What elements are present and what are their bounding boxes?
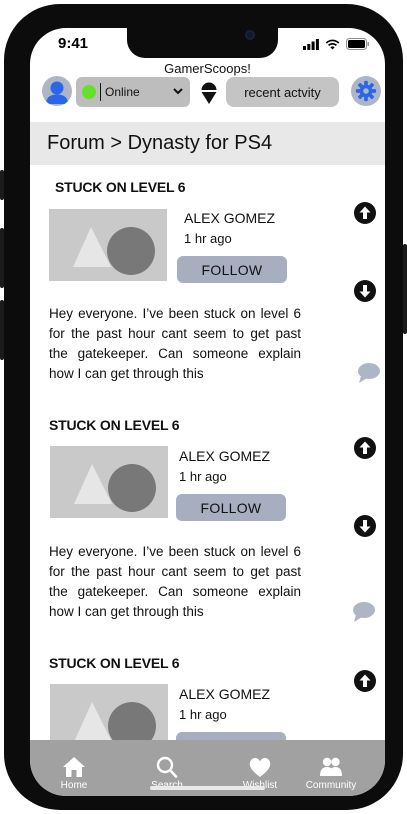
online-indicator <box>82 85 96 99</box>
settings-button[interactable] <box>351 76 381 106</box>
post-title[interactable]: STUCK ON LEVEL 6 <box>55 179 186 195</box>
breadcrumb-bar: Forum > Dynasty for PS4 <box>30 122 385 165</box>
silent-switch <box>0 170 4 200</box>
tab-label: Home <box>60 780 88 791</box>
wifi-icon <box>325 39 340 49</box>
downvote-icon[interactable] <box>354 280 376 302</box>
breadcrumb[interactable]: Forum > Dynasty for PS4 <box>47 132 272 155</box>
signal-icon <box>303 38 319 50</box>
search-icon <box>156 756 178 778</box>
follow-button[interactable]: FOLLOW <box>176 494 286 521</box>
profile-avatar[interactable] <box>42 76 72 106</box>
camera <box>245 30 255 40</box>
post-body: Hey everyone. I’ve been stuck on level 6… <box>49 306 301 381</box>
comment-icon[interactable] <box>352 601 376 623</box>
post-author[interactable]: ALEX GOMEZ <box>179 448 270 464</box>
ice-cream-icon[interactable] <box>199 79 219 105</box>
select-divider <box>100 83 101 101</box>
status-select-value: Online <box>105 85 140 99</box>
downvote-icon[interactable] <box>354 515 376 537</box>
post-thumbnail <box>49 209 167 281</box>
image-placeholder-icon <box>74 464 156 512</box>
app-title: GamerScoops! <box>164 61 251 76</box>
tab-community[interactable]: Community <box>296 740 366 796</box>
upvote-icon[interactable] <box>354 670 376 692</box>
upvote-icon[interactable] <box>354 202 376 224</box>
status-time: 9:41 <box>58 35 89 52</box>
recent-activity-button[interactable]: recent actvity <box>226 77 339 107</box>
post-title[interactable]: STUCK ON LEVEL 6 <box>49 655 180 671</box>
battery-icon <box>346 38 369 50</box>
screen: 9:41 GamerScoops! Online recent actvity … <box>30 28 385 796</box>
notch <box>127 28 278 58</box>
user-icon <box>46 81 68 104</box>
image-placeholder-icon <box>73 227 155 275</box>
power-button <box>403 244 407 334</box>
comment-icon[interactable] <box>357 362 381 384</box>
post-author[interactable]: ALEX GOMEZ <box>179 686 270 702</box>
volume-down-button <box>0 300 4 360</box>
tab-label: Community <box>305 780 357 791</box>
heart-icon <box>249 758 271 777</box>
status-icons <box>303 37 370 51</box>
post-thumbnail <box>50 446 168 518</box>
tab-home[interactable]: Home <box>39 740 109 796</box>
post-title[interactable]: STUCK ON LEVEL 6 <box>49 417 180 433</box>
follow-button[interactable]: FOLLOW <box>177 256 287 283</box>
volume-up-button <box>0 228 4 288</box>
gear-icon <box>355 80 377 102</box>
post-time: 1 hr ago <box>179 707 227 722</box>
post-time: 1 hr ago <box>184 231 232 246</box>
phone-frame: 9:41 GamerScoops! Online recent actvity … <box>0 4 407 810</box>
post-time: 1 hr ago <box>179 469 227 484</box>
chevron-down-icon <box>173 88 183 95</box>
community-icon <box>320 757 342 776</box>
status-select[interactable]: Online <box>76 77 190 107</box>
post-body: Hey everyone. I’ve been stuck on level 6… <box>49 544 301 619</box>
post-author[interactable]: ALEX GOMEZ <box>184 210 275 226</box>
home-indicator <box>150 786 265 790</box>
upvote-icon[interactable] <box>354 437 376 459</box>
home-icon <box>63 757 85 777</box>
